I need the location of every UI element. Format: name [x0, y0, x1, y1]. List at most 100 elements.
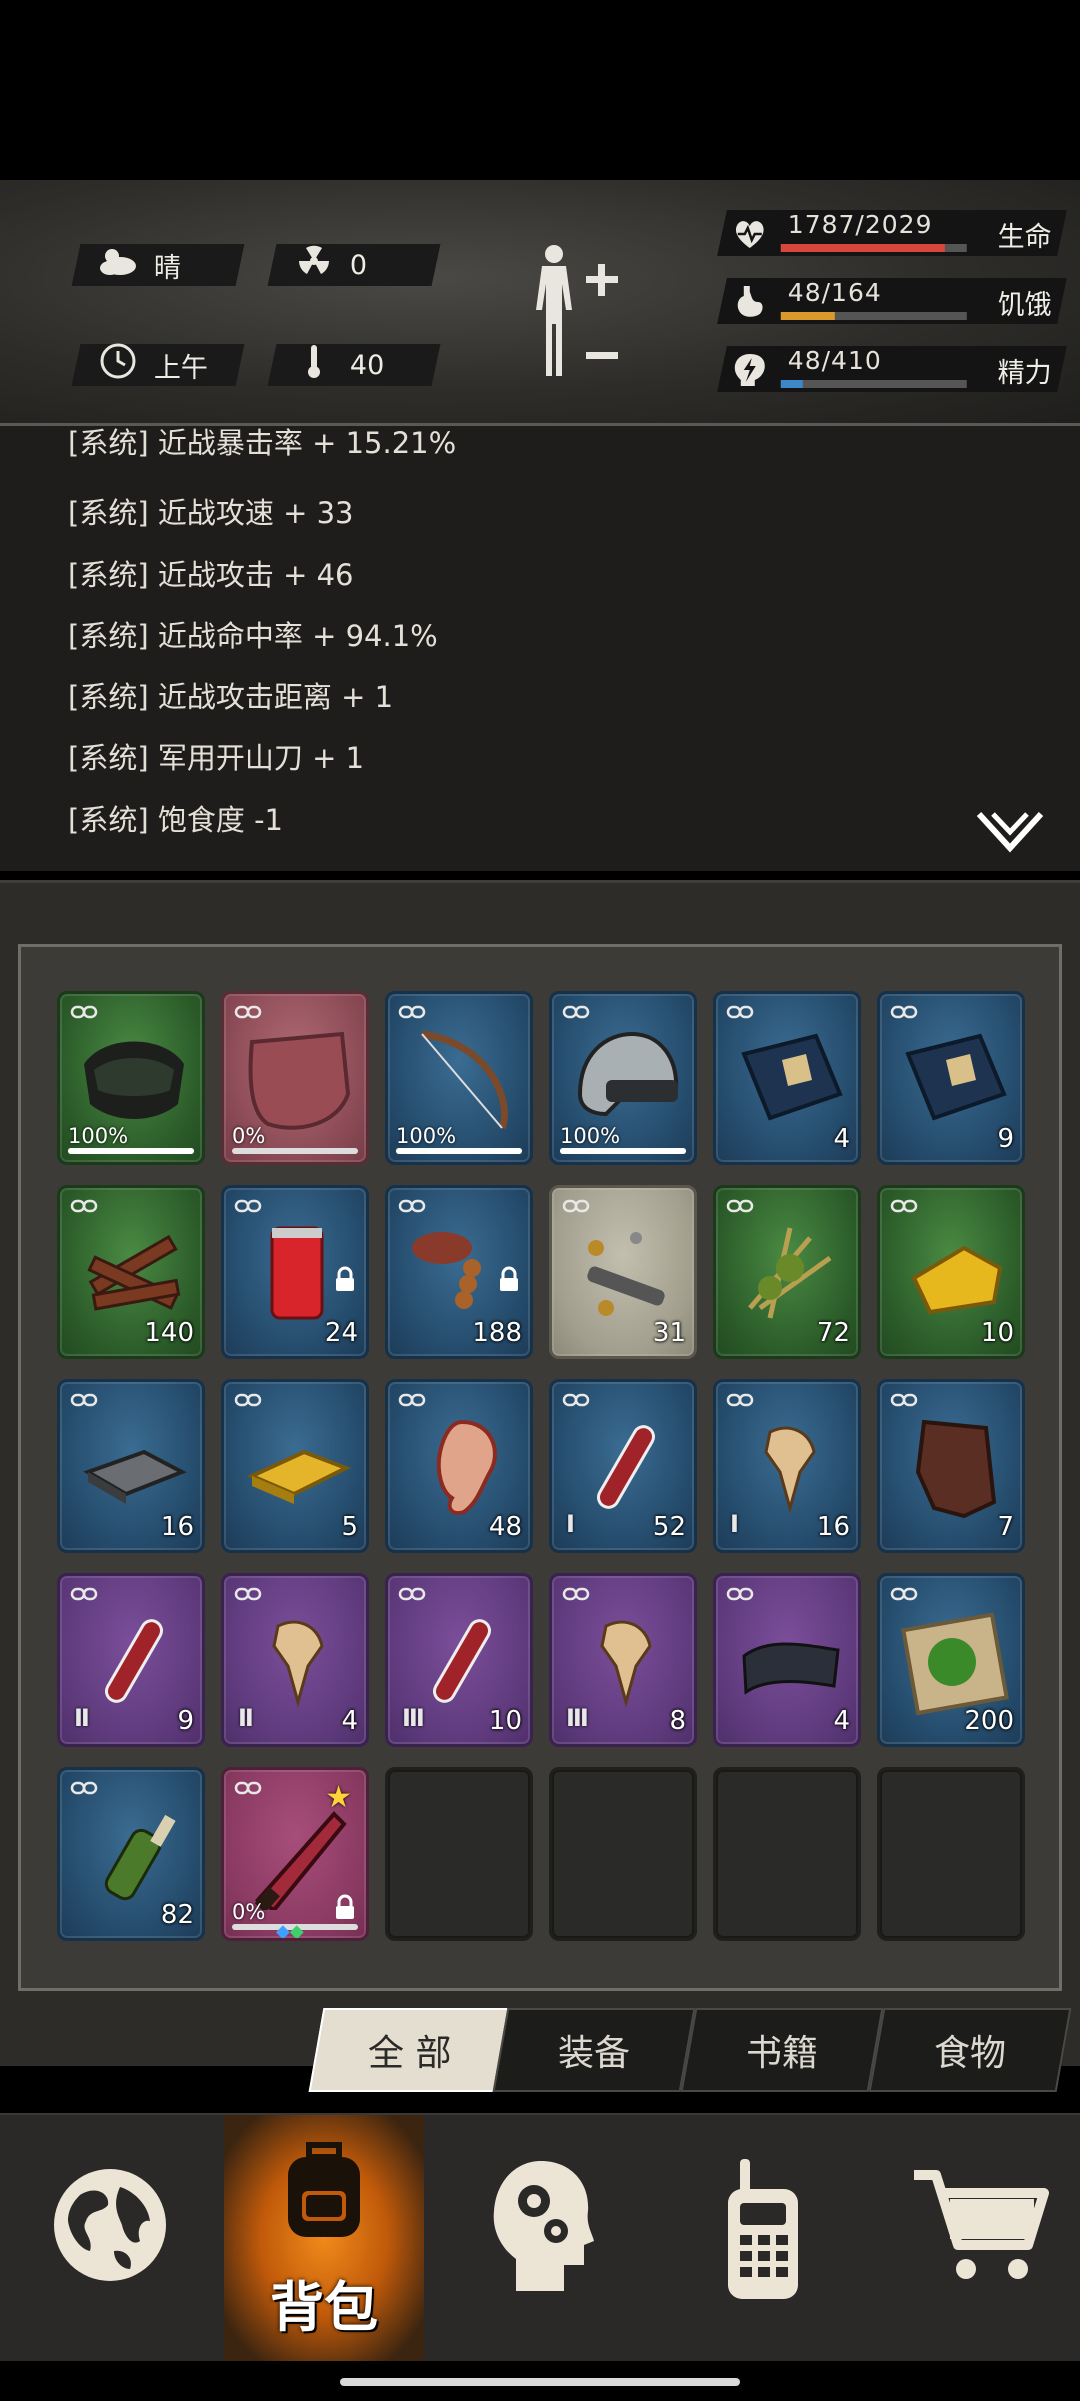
top-blank — [0, 0, 1080, 180]
weather-label: 晴 — [154, 252, 181, 284]
item-quantity: 7 — [997, 1512, 1014, 1542]
inventory-slot-blood-vial-2[interactable]: 9 II — [57, 1573, 205, 1747]
inventory-slot-scrap-parts[interactable]: 31 — [549, 1185, 697, 1359]
inventory-slot-cloth[interactable]: 4 — [713, 1573, 861, 1747]
item-quantity: 48 — [488, 1512, 522, 1542]
inventory-slot-herb-map[interactable]: 200 — [877, 1573, 1025, 1747]
inventory-slot-gold-bar[interactable]: 5 — [221, 1379, 369, 1553]
temperature-chip: 40 — [267, 344, 441, 386]
cheese-icon — [911, 1245, 1003, 1315]
inventory-slot-steel-ingot[interactable]: 16 — [57, 1379, 205, 1553]
inventory-slot-fangs-3[interactable]: 8 III — [549, 1573, 697, 1747]
link-icon — [70, 1005, 98, 1019]
item-quantity: 16 — [160, 1512, 194, 1542]
item-quantity: 16 — [816, 1512, 850, 1542]
inventory-slot-empty[interactable] — [549, 1767, 697, 1941]
item-tier: II — [238, 1704, 254, 1732]
inventory-slot-herbs[interactable]: 72 — [713, 1185, 861, 1359]
link-icon — [562, 1005, 590, 1019]
tab-equipment-label: 装备 — [557, 2033, 630, 2074]
log-line: [系统] 饱食度 -1 — [68, 803, 283, 837]
inventory-slot-cheese[interactable]: 10 — [877, 1185, 1025, 1359]
blood-vial-icon — [597, 1425, 655, 1509]
nav-backpack[interactable]: 背包 — [224, 2115, 424, 2361]
link-icon — [726, 1393, 754, 1407]
vital-health: 1787/2029 生命 — [717, 210, 1067, 256]
tab-books[interactable]: 书籍 — [680, 2008, 884, 2092]
tab-equipment[interactable]: 装备 — [492, 2008, 696, 2092]
inventory-slot-firewood[interactable]: 140 — [57, 1185, 205, 1359]
inventory-slot-chemistry-book-2[interactable]: 9 — [877, 991, 1025, 1165]
inventory-slot-meat-skewer[interactable]: 188 — [385, 1185, 533, 1359]
link-icon — [70, 1781, 98, 1795]
nav-skills[interactable] — [440, 2115, 640, 2361]
fangs-icon — [764, 1426, 816, 1514]
item-quantity: 5 — [341, 1512, 358, 1542]
radio-icon — [728, 2159, 798, 2299]
radiation-chip: 0 — [267, 244, 441, 286]
chemistry-book-2-icon — [905, 1033, 1007, 1121]
item-quantity: 8 — [669, 1706, 686, 1736]
inventory-slot-blood-vial[interactable]: 52 I — [549, 1379, 697, 1553]
nav-radio[interactable] — [660, 2115, 860, 2361]
item-quantity: 72 — [816, 1318, 850, 1348]
globe-icon — [54, 2169, 166, 2281]
link-icon — [562, 1587, 590, 1601]
link-icon — [398, 1393, 426, 1407]
inventory-slot-blood-vial-3[interactable]: 10 III — [385, 1573, 533, 1747]
durability-bar — [560, 1148, 686, 1154]
inventory-slot-bow[interactable]: 100% — [385, 991, 533, 1165]
expand-log-chevron-icon[interactable] — [975, 808, 1045, 856]
inventory-slot-fangs-2[interactable]: 4 II — [221, 1573, 369, 1747]
link-icon — [234, 1587, 262, 1601]
wooden-shield-icon — [248, 1031, 351, 1130]
inventory-slot-molotov[interactable]: 82 — [57, 1767, 205, 1941]
steel-ingot-icon — [83, 1449, 187, 1504]
link-icon — [234, 1781, 262, 1795]
nav-shop[interactable] — [880, 2115, 1080, 2361]
weather-chip: 晴 — [71, 244, 245, 286]
inventory-slot-empty[interactable] — [385, 1767, 533, 1941]
helmet-icon — [577, 1031, 679, 1117]
inventory-slot-drink-can[interactable]: 24 — [221, 1185, 369, 1359]
scrap-parts-icon — [587, 1232, 665, 1316]
inventory-slot-chemistry-book[interactable]: 4 — [713, 991, 861, 1165]
chemistry-book-icon — [741, 1033, 843, 1121]
nav-world[interactable] — [10, 2115, 210, 2361]
durability-percent: 100% — [68, 1124, 129, 1148]
body-status-button[interactable] — [512, 240, 652, 380]
inventory-slot-ear[interactable]: 48 — [385, 1379, 533, 1553]
molotov-icon — [104, 1814, 176, 1901]
vital-value: 1787/2029 — [787, 210, 933, 239]
gem-sockets-icon: ◆◆ — [276, 1921, 304, 1941]
item-tier: III — [566, 1704, 589, 1732]
inventory-slot-wooden-shield[interactable]: 0% — [221, 991, 369, 1165]
log-line-partial: [系统] 近战暴击率 + 15.21% — [68, 426, 457, 460]
inventory-slot-empty[interactable] — [713, 1767, 861, 1941]
inventory-slot-tactical-goggles[interactable]: 100% — [57, 991, 205, 1165]
vital-label: 饥饿 — [997, 290, 1052, 321]
item-tier: III — [402, 1704, 425, 1732]
inventory-slot-leather[interactable]: 7 — [877, 1379, 1025, 1553]
inventory-slot-machete[interactable]: 0% ★ ◆◆ — [221, 1767, 369, 1941]
link-icon — [726, 1005, 754, 1019]
tab-all[interactable]: 全 部 — [308, 2008, 512, 2092]
vital-energy: 48/410 精力 — [717, 346, 1067, 392]
system-log[interactable]: [系统] 近战暴击率 + 15.21% [系统] 近战攻速 + 33 [系统] … — [0, 426, 1080, 871]
lock-icon — [336, 1266, 354, 1291]
inventory-slot-fangs[interactable]: 16 I — [713, 1379, 861, 1553]
home-indicator[interactable] — [340, 2378, 740, 2386]
herb-map-icon — [901, 1612, 1009, 1716]
durability-bar — [396, 1148, 522, 1154]
inventory-slot-empty[interactable] — [877, 1767, 1025, 1941]
link-icon — [890, 1587, 918, 1601]
blood-vial-2-icon — [105, 1619, 163, 1703]
log-line: [系统] 近战命中率 + 94.1% — [68, 619, 438, 653]
tab-books-label: 书籍 — [745, 2033, 818, 2074]
link-icon — [234, 1393, 262, 1407]
tab-food[interactable]: 食物 — [868, 2008, 1072, 2092]
log-line: [系统] 军用开山刀 + 1 — [68, 741, 365, 775]
inventory-slot-helmet[interactable]: 100% — [549, 991, 697, 1165]
clock-icon — [96, 343, 140, 387]
star-icon: ★ — [325, 1780, 352, 1815]
